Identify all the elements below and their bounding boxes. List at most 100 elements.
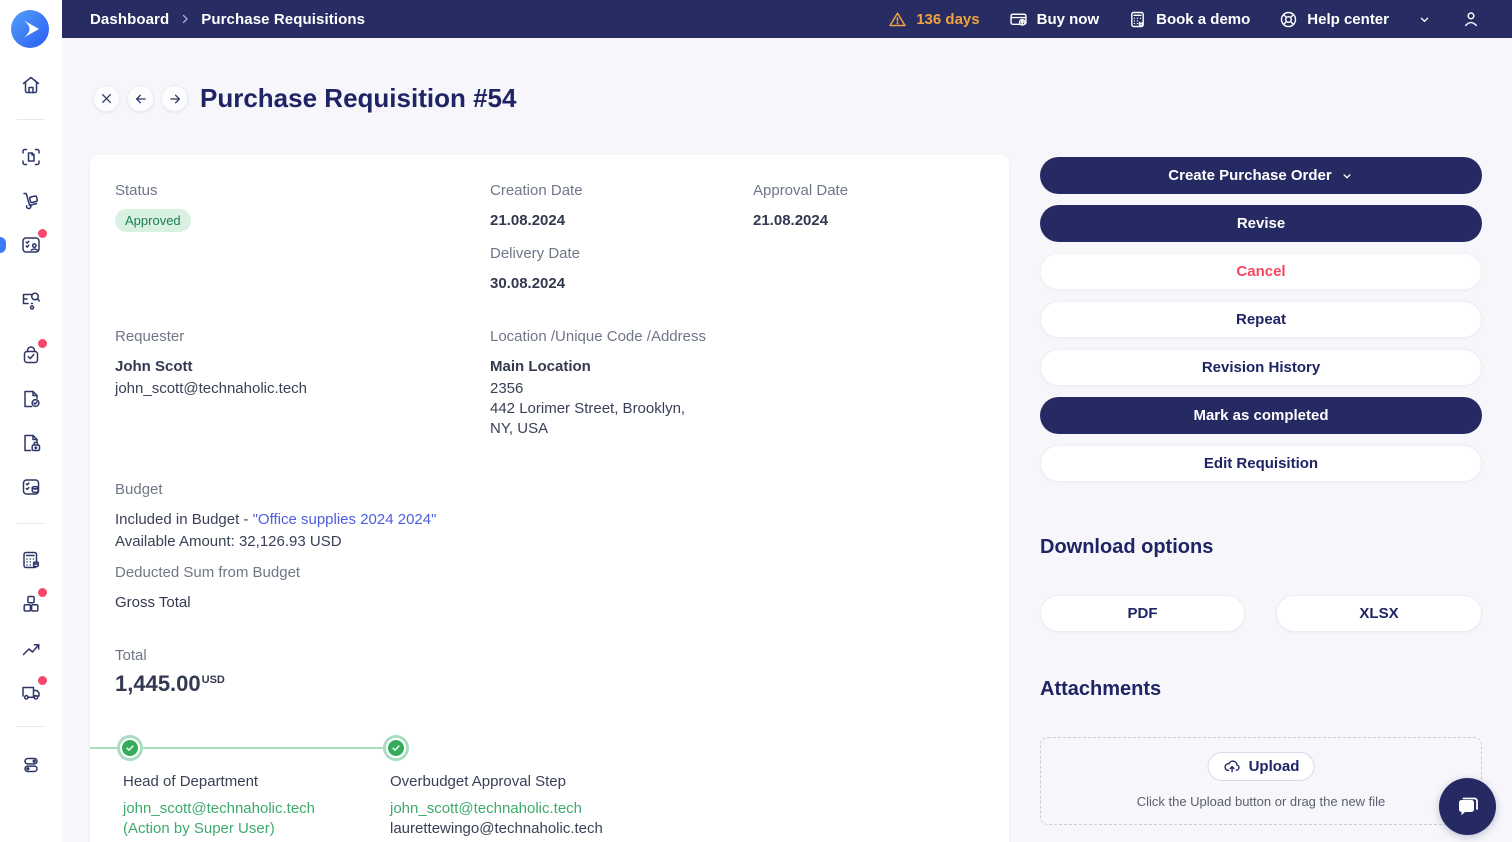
sidebar-item-supplier-search[interactable] xyxy=(19,287,43,311)
sidebar-divider xyxy=(17,119,45,120)
requisition-detail-card: Status Approved Creation Date 21.08.2024… xyxy=(90,155,1009,842)
chat-bubble-icon xyxy=(1453,792,1483,822)
deducted-sum-label: Deducted Sum from Budget xyxy=(115,564,300,581)
upload-button[interactable]: Upload xyxy=(1208,752,1315,781)
sidebar-divider xyxy=(17,523,45,524)
chevron-down-icon xyxy=(1340,169,1354,183)
sidebar-item-home[interactable] xyxy=(19,73,43,97)
sidebar-item-documents[interactable] xyxy=(19,145,43,169)
breadcrumb: Dashboard Purchase Requisitions xyxy=(90,11,365,28)
chevron-right-icon xyxy=(179,13,191,25)
notification-dot xyxy=(38,229,47,238)
check-icon xyxy=(125,743,135,753)
help-center-button[interactable]: Help center xyxy=(1278,9,1389,30)
sidebar-item-receipts[interactable] xyxy=(19,475,43,499)
sidebar-item-invoices[interactable] xyxy=(19,431,43,455)
chat-widget-button[interactable] xyxy=(1439,778,1496,835)
creation-date-value: 21.08.2024 xyxy=(490,212,565,229)
create-purchase-order-button[interactable]: Create Purchase Order xyxy=(1040,157,1482,194)
sidebar-item-warehouse[interactable] xyxy=(19,189,43,213)
warning-triangle-icon xyxy=(887,9,908,30)
page-title: Purchase Requisition #54 xyxy=(200,83,516,114)
status-badge: Approved xyxy=(115,209,191,232)
document-lock-icon xyxy=(19,431,43,455)
total-amount-value: 1,445.00 xyxy=(115,671,201,696)
breadcrumb-purchase-requisitions[interactable]: Purchase Requisitions xyxy=(201,11,365,28)
approval-step-approver: laurettewingo@technaholic.tech xyxy=(390,820,603,837)
sidebar-divider xyxy=(17,726,45,727)
cancel-label: Cancel xyxy=(1236,263,1285,280)
notification-dot xyxy=(38,588,47,597)
home-icon xyxy=(19,73,43,97)
close-icon xyxy=(100,92,113,105)
help-center-label: Help center xyxy=(1307,11,1389,28)
edit-requisition-button[interactable]: Edit Requisition xyxy=(1040,445,1482,482)
repeat-button[interactable]: Repeat xyxy=(1040,301,1482,338)
total-label: Total xyxy=(115,647,147,664)
budget-label: Budget xyxy=(115,481,163,498)
sidebar-item-purchase-orders[interactable] xyxy=(19,387,43,411)
check-icon xyxy=(391,743,401,753)
approval-step-check xyxy=(383,735,409,761)
revision-history-button[interactable]: Revision History xyxy=(1040,349,1482,386)
budget-link[interactable]: "Office supplies 2024 2024" xyxy=(253,511,437,528)
total-currency: USD xyxy=(202,674,225,686)
notification-dot xyxy=(38,676,47,685)
checklist-database-icon xyxy=(19,475,43,499)
sidebar-item-settings[interactable] xyxy=(19,753,43,777)
mark-as-completed-button[interactable]: Mark as completed xyxy=(1040,397,1482,434)
buy-now-button[interactable]: Buy now xyxy=(1008,9,1100,30)
document-check-icon xyxy=(19,387,43,411)
notification-dot xyxy=(38,339,47,348)
analytics-icon xyxy=(19,636,43,660)
sidebar xyxy=(0,0,62,842)
sidebar-item-deliveries[interactable] xyxy=(19,680,43,704)
creation-date-label: Creation Date xyxy=(490,182,583,199)
book-demo-button[interactable]: Book a demo xyxy=(1127,9,1250,30)
user-icon[interactable] xyxy=(1460,8,1482,30)
repeat-label: Repeat xyxy=(1236,311,1286,328)
sidebar-item-approvals[interactable] xyxy=(19,233,43,257)
trial-days-label: 136 days xyxy=(916,11,979,28)
budget-included-line: Included in Budget - "Office supplies 20… xyxy=(115,511,436,528)
budget-included-prefix: Included in Budget - xyxy=(115,511,253,528)
budget-available-amount: Available Amount: 32,126.93 USD xyxy=(115,533,342,550)
location-address-line1: 442 Lorimer Street, Brooklyn, xyxy=(490,400,685,417)
previous-button[interactable] xyxy=(127,85,154,112)
approval-step-check xyxy=(117,735,143,761)
truck-search-icon xyxy=(19,287,43,311)
hand-truck-icon xyxy=(19,189,43,213)
trial-countdown[interactable]: 136 days xyxy=(887,9,979,30)
location-label: Location /Unique Code /Address xyxy=(490,328,706,345)
upload-hint: Click the Upload button or drag the new … xyxy=(1041,794,1481,809)
breadcrumb-dashboard[interactable]: Dashboard xyxy=(90,11,169,28)
download-pdf-button[interactable]: PDF xyxy=(1040,595,1245,632)
requester-name: John Scott xyxy=(115,358,193,375)
close-button[interactable] xyxy=(93,85,120,112)
next-button[interactable] xyxy=(161,85,188,112)
app-logo[interactable] xyxy=(11,10,49,48)
requester-email: john_scott@technaholic.tech xyxy=(115,380,307,397)
sidebar-item-budgets[interactable] xyxy=(19,548,43,572)
download-options-heading: Download options xyxy=(1040,536,1213,559)
revise-button[interactable]: Revise xyxy=(1040,205,1482,242)
upload-dropzone[interactable]: Upload Click the Upload button or drag t… xyxy=(1040,737,1482,825)
sidebar-item-reports[interactable] xyxy=(19,636,43,660)
sidebar-item-purchase-requisitions[interactable] xyxy=(19,343,43,367)
chevron-down-icon[interactable] xyxy=(1417,12,1432,27)
cancel-button[interactable]: Cancel xyxy=(1040,253,1482,290)
edit-requisition-label: Edit Requisition xyxy=(1204,455,1318,472)
book-demo-label: Book a demo xyxy=(1156,11,1250,28)
lifebuoy-icon xyxy=(1278,9,1299,30)
main-content: Purchase Requisition #54 Status Approved… xyxy=(62,38,1512,842)
arrow-left-icon xyxy=(134,92,148,106)
attachments-heading: Attachments xyxy=(1040,678,1161,701)
location-address-line2: NY, USA xyxy=(490,420,548,437)
cloud-upload-icon xyxy=(1223,757,1242,776)
settings-toggles-icon xyxy=(19,753,43,777)
download-xlsx-button[interactable]: XLSX xyxy=(1276,595,1482,632)
location-name: Main Location xyxy=(490,358,591,375)
sidebar-item-inventory[interactable] xyxy=(19,592,43,616)
deducted-sum-value: Gross Total xyxy=(115,594,191,611)
approval-step-title: Overbudget Approval Step xyxy=(390,773,566,790)
